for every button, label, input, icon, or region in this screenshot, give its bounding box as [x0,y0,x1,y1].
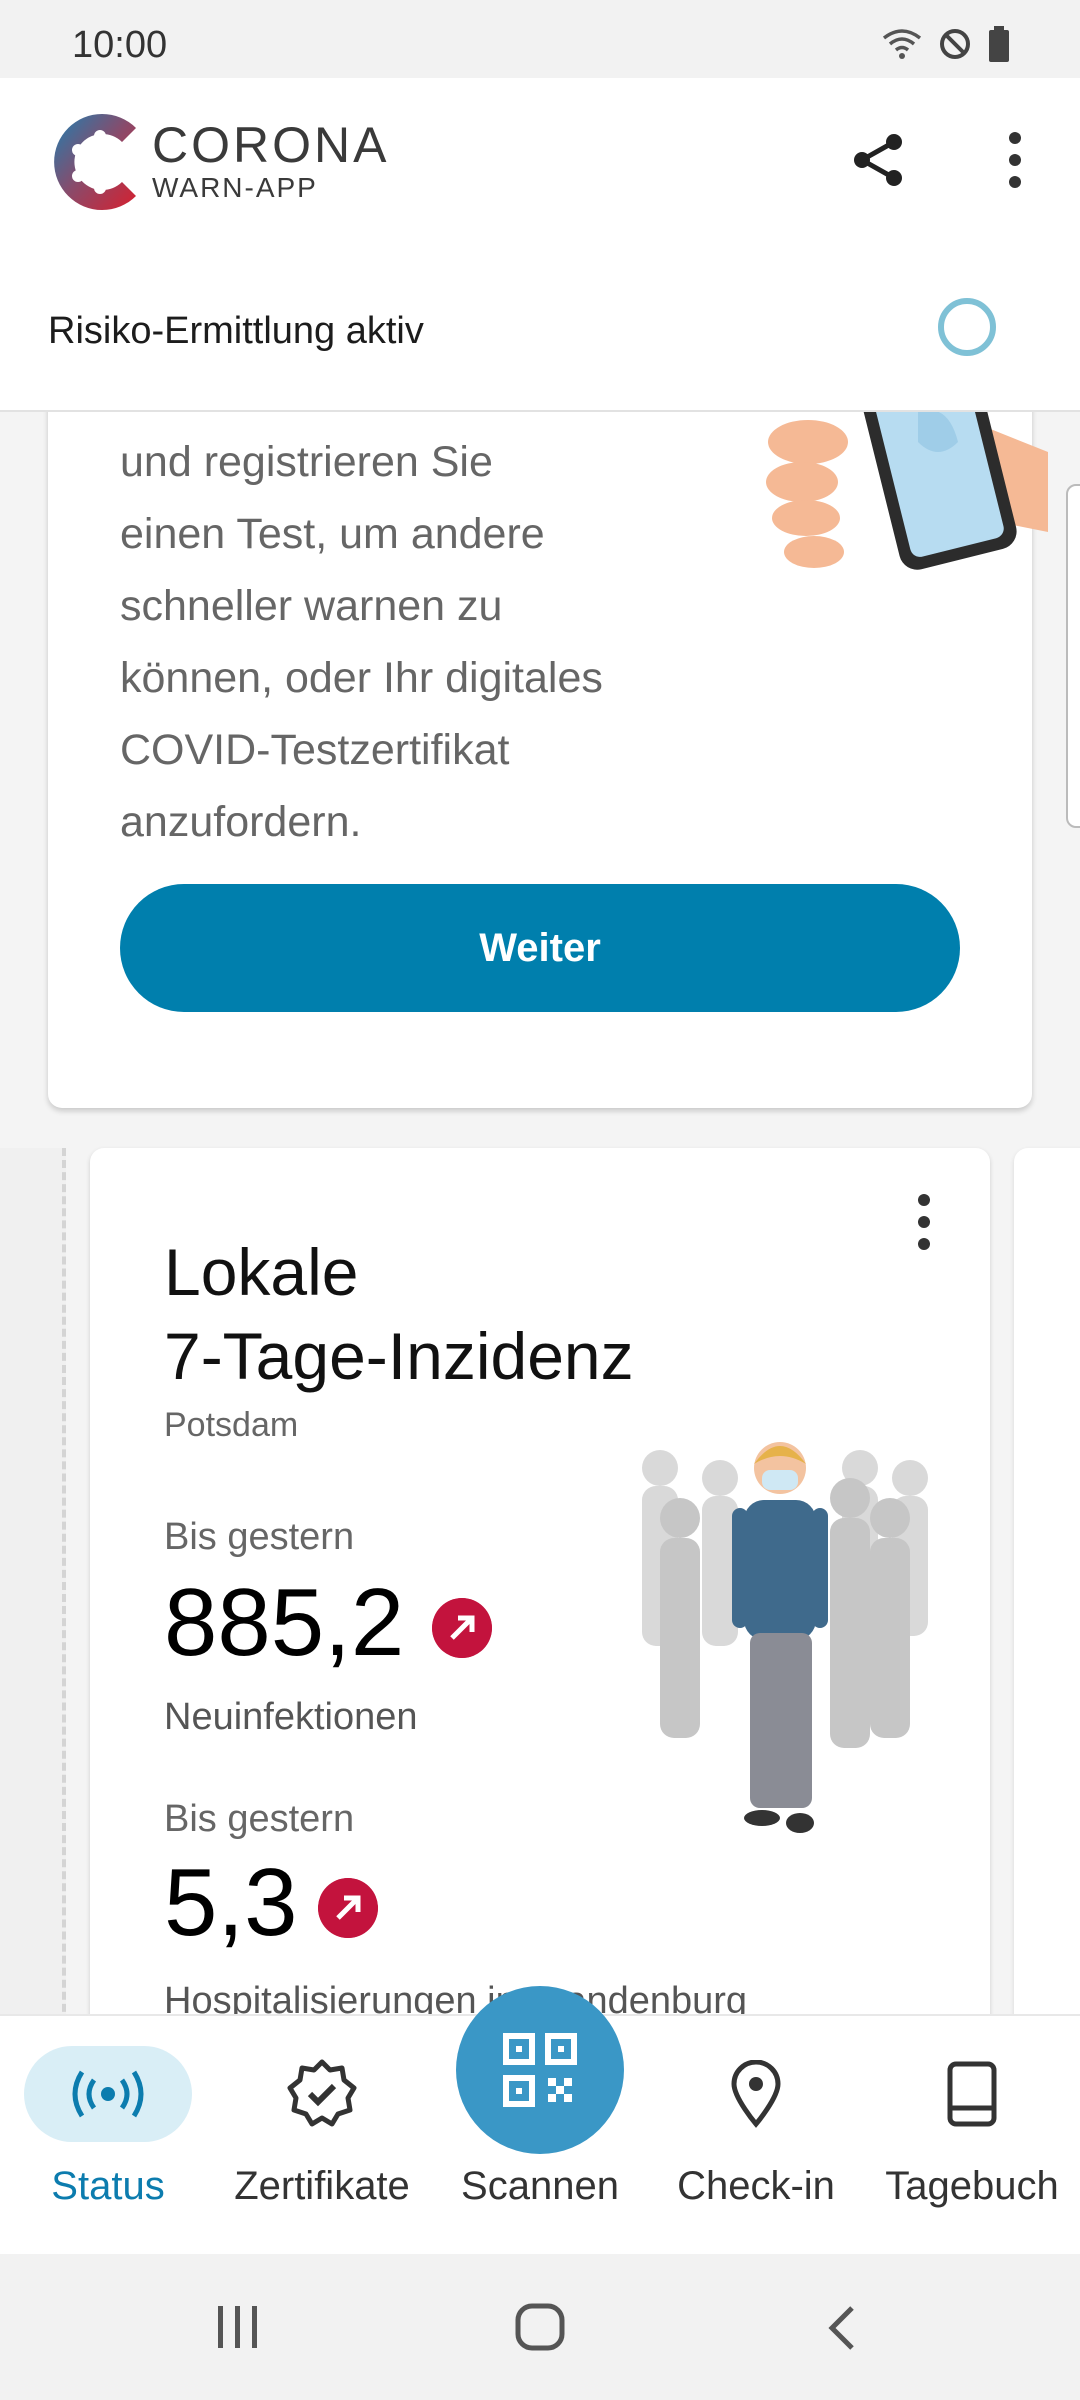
weiter-button[interactable]: Weiter [120,884,960,1012]
nav-scannen-label: Scannen [461,2164,619,2208]
app-header: CORONA WARN-APP Risiko-Ermittlung aktiv [0,78,1080,410]
trend-up-icon [432,1598,492,1658]
nav-tagebuch[interactable]: Tagebuch [872,2046,1072,2209]
brand-subtitle: WARN-APP [152,172,318,203]
status-time: 10:00 [72,24,168,66]
nav-tagebuch-label: Tagebuch [885,2164,1059,2208]
incidence-title: Lokale 7-Tage-Inzidenz [164,1230,634,1398]
hand-holding-phone-illustration [766,412,1048,570]
nav-zertifikate[interactable]: Zertifikate [222,2046,422,2209]
app-brand: CORONA WARN-APP [152,116,389,204]
battery-icon [989,26,1009,62]
more-options-icon[interactable] [990,130,1040,190]
trend-up-icon [318,1878,378,1938]
do-not-disturb-icon [940,29,970,59]
location-pin-icon [731,2060,781,2128]
home-icon[interactable] [514,2302,566,2352]
test-card-text: und registrieren Sie einen Test, um ande… [120,426,720,858]
corona-warn-app-logo [54,114,136,210]
risk-progress-ring-icon [938,298,996,356]
risk-status-label[interactable]: Risiko-Ermittlung aktiv [48,310,424,353]
nav-zertifikate-label: Zertifikate [234,2164,410,2208]
radar-icon [72,2070,144,2118]
incidence-region: Potsdam [164,1406,299,1444]
wifi-icon [882,29,922,59]
incidence-card[interactable]: Lokale 7-Tage-Inzidenz Potsdam Bis geste… [90,1148,990,2014]
nav-check-in-label: Check-in [677,2164,835,2208]
previous-card-peek[interactable] [0,1148,66,2014]
nav-status-label: Status [51,2164,165,2208]
status-bar: 10:00 [0,0,1080,78]
recent-apps-icon[interactable] [214,2304,262,2350]
hospitalization-value: 5,3 [164,1849,298,1956]
next-card-peek[interactable] [1066,484,1080,828]
verified-badge-icon [287,2059,357,2127]
incidence-title-line1: Lokale [164,1235,359,1309]
nav-check-in[interactable]: Check-in [656,2046,856,2209]
book-icon [947,2061,997,2127]
incidence-title-line2: 7-Tage-Inzidenz [164,1319,634,1393]
card-more-options-icon[interactable] [916,1192,932,1252]
home-content[interactable]: und registrieren Sie einen Test, um ande… [0,412,1080,2014]
test-card-line: COVID-Testzertifikat [120,726,510,774]
test-card-line: können, oder Ihr digitales [120,654,603,702]
back-icon[interactable] [824,2304,860,2352]
next-stat-card-peek[interactable] [1014,1148,1080,2014]
qr-code-icon [503,2033,577,2107]
masked-person-crowd-illustration [642,1442,928,1833]
brand-title: CORONA [152,117,390,173]
incidence-value: 885,2 [164,1569,405,1676]
test-card-line: anzufordern. [120,798,362,846]
test-card-line: einen Test, um andere [120,510,545,558]
incidence-caption: Neuinfektionen [164,1696,418,1738]
nav-status[interactable]: Status [22,2046,194,2209]
test-registration-card: und registrieren Sie einen Test, um ande… [48,412,1048,1108]
test-card-line: und registrieren Sie [120,438,493,486]
nav-status-indicator [24,2046,192,2142]
status-icons [882,26,1010,62]
test-card-line: schneller warnen zu [120,582,503,630]
share-icon[interactable] [848,130,908,190]
bottom-navigation: Status Zertifikate Scannen Check-in Tage… [0,1986,1080,2256]
system-navigation-bar [0,2254,1080,2400]
hospitalization-caption: Hospitalisierungen in Brandenburg [164,1980,748,2014]
hospitalization-label: Bis gestern [164,1798,355,1840]
scan-button[interactable] [456,1986,624,2154]
incidence-label: Bis gestern [164,1516,355,1558]
